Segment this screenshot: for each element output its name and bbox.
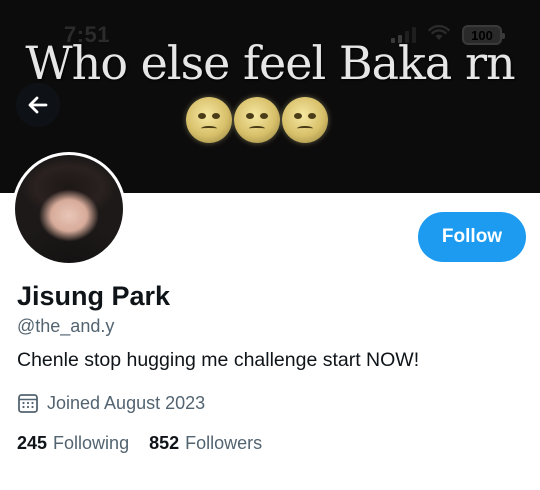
- follow-stats: 245 Following 852 Followers: [17, 433, 262, 454]
- arrow-left-icon: [28, 96, 48, 114]
- user-bio: Chenle stop hugging me challenge start N…: [17, 349, 420, 371]
- followers-link[interactable]: 852 Followers: [149, 433, 262, 454]
- following-link[interactable]: 245 Following: [17, 433, 129, 454]
- pleading-face-icon: [186, 97, 232, 143]
- user-handle: @the_and.y: [17, 316, 115, 336]
- following-label: Following: [53, 433, 130, 453]
- profile-screen: 7:51 100 Who else feel Baka rn Follow Ji…: [0, 0, 540, 490]
- followers-count: 852: [149, 433, 180, 453]
- joined-label: Joined August 2023: [47, 392, 206, 413]
- display-name: Jisung Park: [17, 281, 171, 311]
- pleading-face-icon: [234, 97, 280, 143]
- back-button[interactable]: [16, 83, 60, 127]
- avatar[interactable]: [12, 152, 126, 266]
- follow-button[interactable]: Follow: [418, 212, 526, 262]
- followers-label: Followers: [185, 433, 263, 453]
- pleading-face-icon: [282, 97, 328, 143]
- banner-caption: Who else feel Baka rn: [25, 36, 515, 90]
- joined-date: Joined August 2023: [17, 392, 205, 414]
- emoji-row: [186, 97, 328, 143]
- calendar-icon: [18, 394, 38, 413]
- following-count: 245: [17, 433, 48, 453]
